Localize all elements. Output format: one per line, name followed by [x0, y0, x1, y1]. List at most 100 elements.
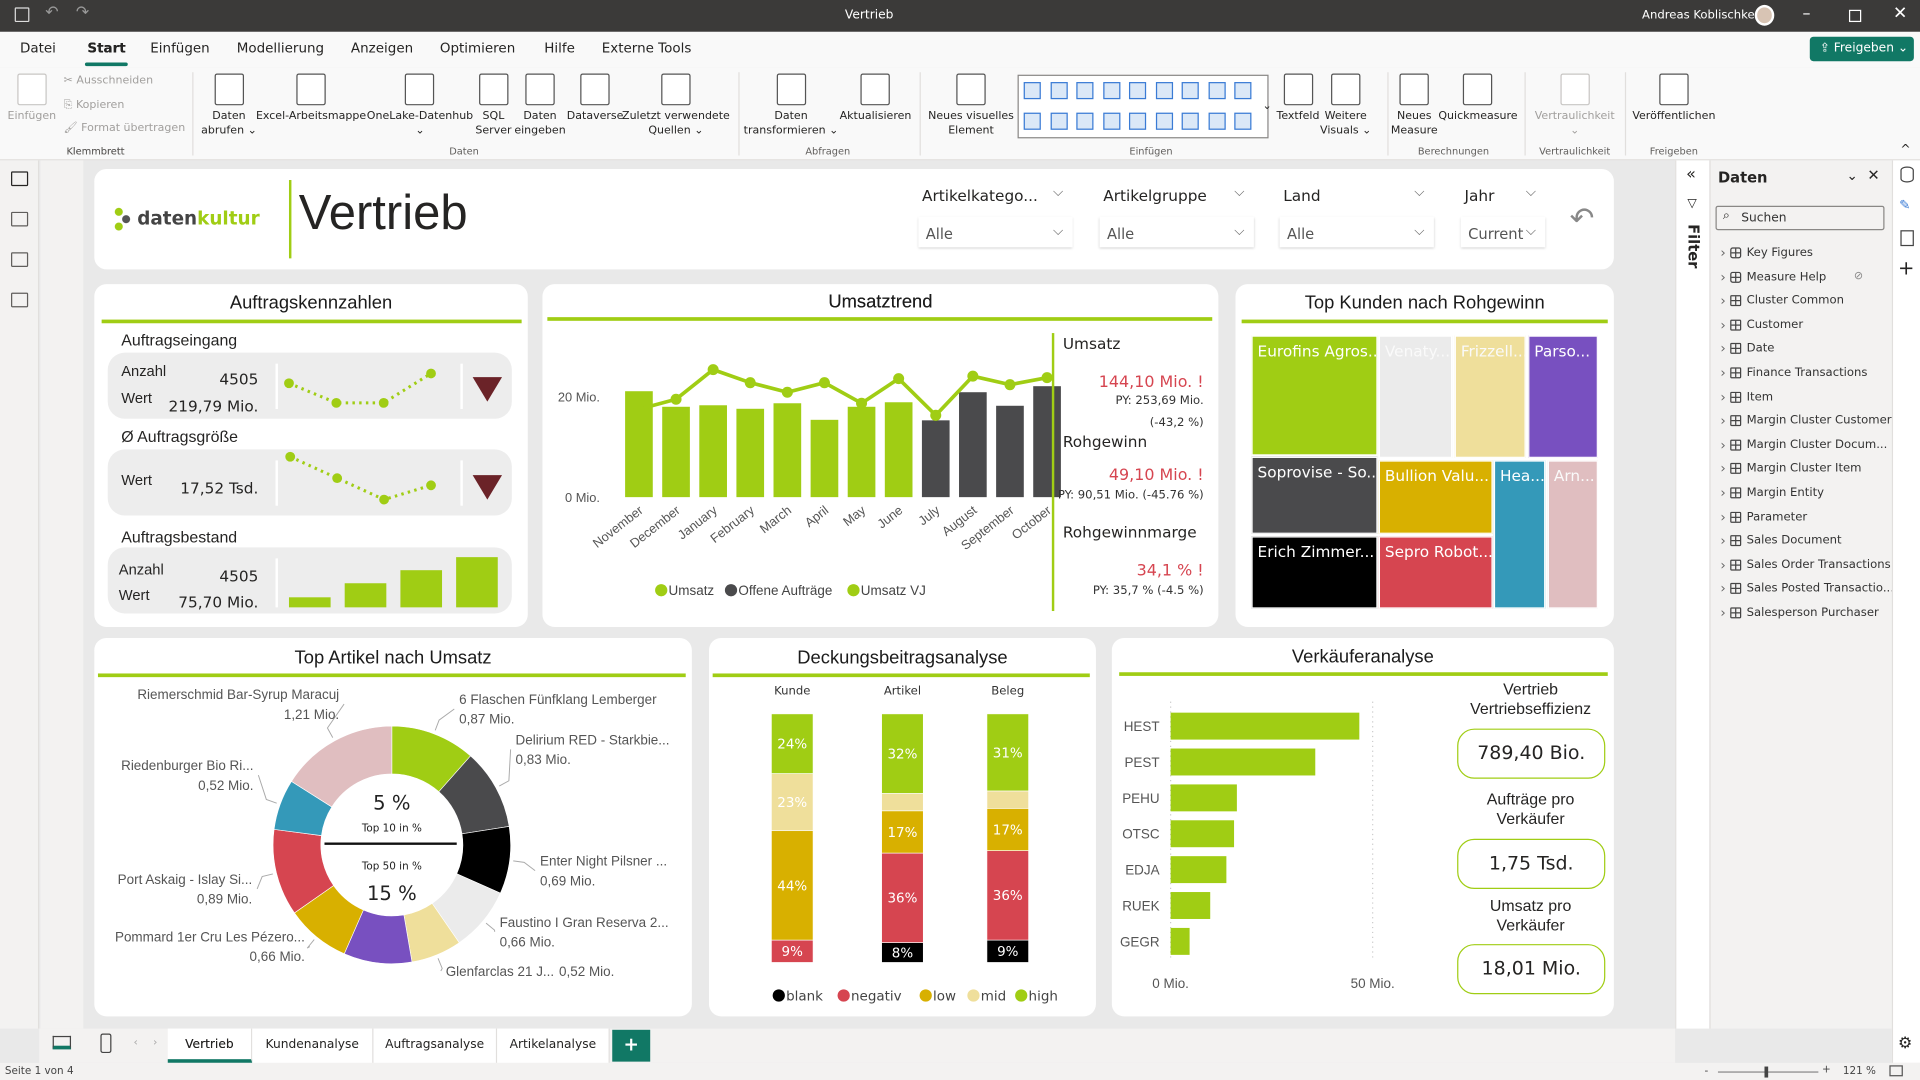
- table-view-icon[interactable]: [11, 211, 29, 227]
- close-icon[interactable]: ✕: [1893, 4, 1907, 24]
- field-list-item[interactable]: › Margin Cluster Customer: [1720, 413, 1891, 429]
- treemap-tile[interactable]: Parso...: [1528, 335, 1598, 458]
- mobile-layout-icon[interactable]: [100, 1033, 112, 1054]
- treemap-tile[interactable]: Soprovise - So...: [1251, 456, 1378, 534]
- legend-label[interactable]: blank: [786, 989, 823, 1004]
- share-button[interactable]: ⇪ Freigeben ⌄: [1809, 36, 1914, 62]
- seller-bar[interactable]: [1170, 820, 1235, 848]
- bar-umsatz[interactable]: [884, 402, 913, 498]
- point-umsatz-vj[interactable]: [967, 370, 979, 382]
- seller-bar[interactable]: [1170, 748, 1316, 776]
- point-umsatz-vj[interactable]: [744, 377, 756, 389]
- field-list-item[interactable]: › Measure Help ⊘: [1720, 269, 1863, 285]
- sql-server-button[interactable]: SQL Server: [475, 73, 512, 138]
- search-input[interactable]: ⌕ Suchen: [1715, 205, 1885, 231]
- bar-offene-aufträge[interactable]: [921, 420, 950, 498]
- menu-tab-hilfe[interactable]: Hilfe: [544, 40, 575, 56]
- field-list-item[interactable]: › Parameter: [1720, 509, 1807, 525]
- data-pane-icon[interactable]: [1900, 166, 1914, 183]
- visual-type-icon[interactable]: [1234, 82, 1252, 100]
- menu-tab-anzeigen[interactable]: Anzeigen: [351, 40, 413, 56]
- page-tab-kundenanalyse[interactable]: Kundenanalyse: [252, 1028, 374, 1063]
- slicer-dropdown[interactable]: Current ⌵: [1460, 216, 1546, 248]
- bar-umsatz[interactable]: [810, 419, 839, 498]
- point-umsatz-vj[interactable]: [670, 393, 682, 405]
- report-view-icon[interactable]: [11, 171, 29, 187]
- avatar[interactable]: [1754, 4, 1775, 26]
- bar-umsatz[interactable]: [736, 408, 765, 498]
- treemap-tile[interactable]: Bullion Valu...: [1378, 460, 1493, 534]
- point-umsatz-vj[interactable]: [633, 403, 645, 415]
- field-list-item[interactable]: › Sales Document: [1720, 533, 1841, 549]
- field-list-item[interactable]: › Margin Entity: [1720, 485, 1824, 501]
- chevron-down-icon[interactable]: ⌵: [1234, 184, 1244, 201]
- chevron-right-icon[interactable]: ›: [1720, 437, 1725, 453]
- copy-button[interactable]: ⎘ Kopieren: [64, 99, 125, 111]
- chevron-right-icon[interactable]: ›: [1720, 317, 1725, 333]
- legend-label[interactable]: Umsatz: [669, 583, 715, 598]
- menu-tab-einfügen[interactable]: Einfügen: [150, 40, 209, 56]
- menu-tab-optimieren[interactable]: Optimieren: [440, 40, 515, 56]
- point-umsatz-vj[interactable]: [856, 397, 868, 409]
- field-list-item[interactable]: › Customer: [1720, 317, 1803, 333]
- treemap-tile[interactable]: Frizzell...: [1454, 335, 1526, 458]
- chevron-down-icon[interactable]: ⌵: [1414, 184, 1424, 201]
- format-painter-button[interactable]: 🖌 Format übertragen: [64, 122, 186, 134]
- chevron-right-icon[interactable]: ›: [1720, 269, 1725, 285]
- field-list-item[interactable]: › Key Figures: [1720, 245, 1813, 261]
- textbox-button[interactable]: Textfeld: [1276, 73, 1319, 123]
- redo-icon[interactable]: ↷: [76, 4, 89, 22]
- bar-umsatz[interactable]: [699, 405, 727, 498]
- chevron-right-icon[interactable]: ›: [1720, 413, 1725, 429]
- database-button[interactable]: Daten abrufen ⌄: [201, 73, 257, 138]
- zoom-out-button[interactable]: -: [1704, 1065, 1708, 1077]
- new-visual-button[interactable]: Neues visuelles Element: [928, 73, 1014, 138]
- slicer-dropdown[interactable]: Alle ⌵: [1099, 216, 1254, 248]
- point-umsatz-vj[interactable]: [781, 386, 793, 398]
- visual-type-icon[interactable]: [1128, 112, 1147, 130]
- chevron-right-icon[interactable]: ›: [1720, 605, 1725, 621]
- stack-segment-mid[interactable]: [986, 790, 1029, 809]
- zoom-slider-handle[interactable]: [1764, 1066, 1769, 1078]
- model-view-icon[interactable]: [11, 252, 29, 267]
- field-list-item[interactable]: › Margin Cluster Docum...: [1720, 437, 1887, 453]
- seller-bar[interactable]: [1170, 927, 1190, 955]
- chevron-right-icon[interactable]: ›: [1720, 293, 1725, 309]
- settings-gear-icon[interactable]: ⚙: [1898, 1035, 1912, 1053]
- treemap-tile[interactable]: Hea...: [1493, 460, 1546, 609]
- field-list-item[interactable]: › Cluster Common: [1720, 293, 1844, 309]
- field-list-item[interactable]: › Date: [1720, 341, 1774, 357]
- recent-sources-button[interactable]: Zuletzt verwendete Quellen ⌄: [622, 73, 730, 138]
- point-umsatz-vj[interactable]: [1004, 379, 1016, 391]
- zoom-in-button[interactable]: +: [1822, 1064, 1831, 1076]
- add-pane-icon[interactable]: +: [1898, 256, 1914, 279]
- bar-offene-aufträge[interactable]: [996, 405, 1024, 498]
- point-umsatz-vj[interactable]: [707, 364, 719, 376]
- measure-button[interactable]: Neues Measure: [1391, 73, 1438, 138]
- onelake-button[interactable]: OneLake-Datenhub ⌄: [367, 73, 473, 138]
- maximize-icon[interactable]: [1848, 9, 1862, 23]
- treemap-tile[interactable]: Eurofins Agros...: [1251, 335, 1378, 456]
- seller-bar[interactable]: [1170, 892, 1211, 919]
- menu-tab-datei[interactable]: Datei: [20, 40, 56, 56]
- add-page-button[interactable]: +: [612, 1029, 651, 1062]
- fit-to-page-icon[interactable]: [1889, 1065, 1903, 1077]
- sensitivity-button[interactable]: Vertraulichkeit ⌄: [1535, 73, 1615, 138]
- chevron-down-icon[interactable]: ⌵: [1053, 184, 1063, 201]
- legend-label[interactable]: mid: [981, 989, 1006, 1004]
- page-tab-artikelanalyse[interactable]: Artikelanalyse: [497, 1028, 610, 1063]
- page-tab-vertrieb[interactable]: Vertrieb Vertrieb: [167, 1028, 253, 1063]
- menu-tab-externe-tools[interactable]: Externe Tools: [602, 40, 692, 56]
- chevron-right-icon[interactable]: ›: [1720, 509, 1725, 525]
- visual-type-icon[interactable]: [1207, 112, 1226, 130]
- bar-umsatz[interactable]: [847, 406, 876, 498]
- performance-pane-icon[interactable]: [1900, 230, 1914, 247]
- gallery-more-icon[interactable]: ⌄: [1262, 100, 1271, 112]
- expand-icon[interactable]: «: [1686, 165, 1696, 183]
- point-umsatz-vj[interactable]: [930, 409, 942, 421]
- legend-label[interactable]: high: [1029, 989, 1058, 1004]
- stack-segment-mid[interactable]: [881, 793, 924, 812]
- visual-gallery[interactable]: ⌄: [1017, 74, 1272, 139]
- excel-button[interactable]: Excel-Arbeitsmappe: [256, 73, 366, 123]
- paste-button[interactable]: Einfügen: [8, 73, 56, 123]
